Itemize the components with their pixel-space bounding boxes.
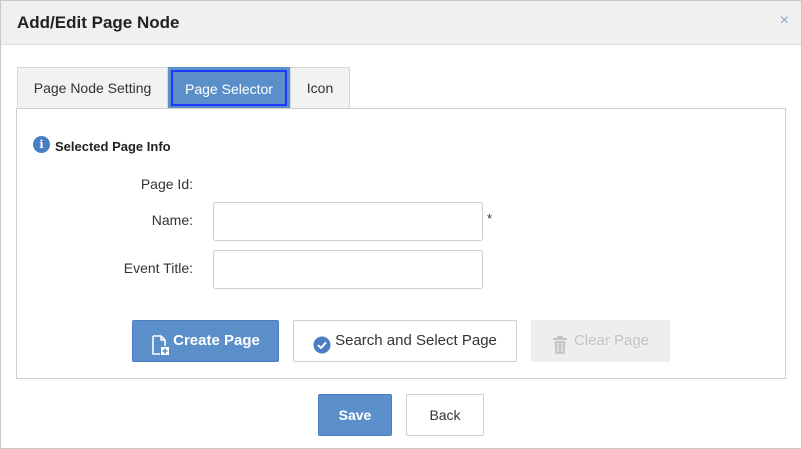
page-id-label: Page Id: [140,176,193,192]
check-circle-icon [313,331,331,354]
event-title-input[interactable] [213,250,483,289]
create-page-label: Create Page [173,332,260,349]
tab-page-node-setting[interactable]: Page Node Setting [17,67,168,109]
clear-page-button[interactable]: Clear Page [531,320,670,362]
create-page-button[interactable]: Create Page [132,320,279,362]
tab-page-selector[interactable]: Page Selector [168,67,290,109]
name-label: Name: [151,212,193,228]
info-icon: i [33,136,50,153]
dialog-header: Add/Edit Page Node × [1,1,801,45]
close-icon[interactable]: × [780,11,789,31]
file-add-icon [151,331,170,355]
event-title-label: Event Title: [123,260,193,276]
search-and-select-page-label: Search and Select Page [335,332,497,349]
dialog-title: Add/Edit Page Node [17,13,180,32]
name-input[interactable] [213,202,483,241]
trash-icon [552,331,570,354]
clear-page-label: Clear Page [573,332,650,349]
tab-icon[interactable]: Icon [290,67,350,109]
section-title: Selected Page Info [55,139,171,154]
search-and-select-page-button[interactable]: Search and Select Page [293,320,517,362]
required-mark: * [487,211,493,226]
back-button[interactable]: Back [406,394,484,436]
tab-page-selector-label: Page Selector [171,70,287,106]
save-button[interactable]: Save [318,394,392,436]
